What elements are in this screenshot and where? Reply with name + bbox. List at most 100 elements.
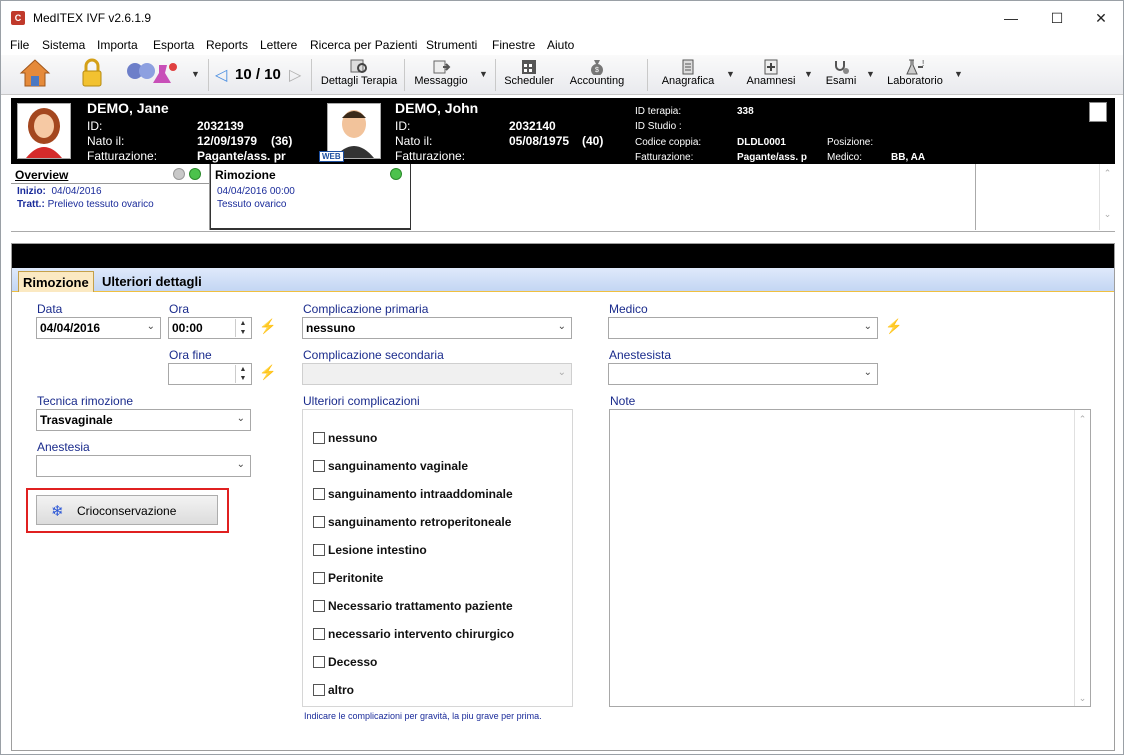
step-strip: Overview Inizio: 04/04/2016 Tratt.: Prel…	[11, 164, 1115, 232]
anagrafica-dropdown-caret[interactable]: ▼	[726, 69, 735, 79]
complication-checkbox[interactable]: Peritonite	[313, 571, 383, 585]
couple-lab-icon	[127, 63, 177, 83]
scheduler-label: Scheduler	[504, 75, 554, 87]
anamnesi-button[interactable]: Anamnesi	[743, 57, 799, 87]
toolbar-separator	[404, 59, 405, 91]
status-ok-icon	[189, 168, 201, 180]
complications-hint: Indicare le complicazioni per gravità, l…	[304, 711, 542, 721]
esami-label: Esami	[825, 75, 857, 87]
medico-lightning-icon[interactable]: ⚡	[885, 318, 902, 335]
menu-sistema[interactable]: Sistema	[42, 38, 85, 52]
messaggio-dropdown-caret[interactable]: ▼	[479, 69, 488, 79]
female-name[interactable]: DEMO, Jane	[87, 100, 169, 116]
crioconservazione-label: Crioconservazione	[77, 504, 177, 518]
crioconservazione-button[interactable]: ❄ Crioconservazione	[36, 495, 218, 525]
complication-checkbox[interactable]: Decesso	[313, 655, 377, 669]
prev-record-icon[interactable]: ◁	[215, 65, 227, 85]
menu-esporta[interactable]: Esporta	[153, 38, 194, 52]
minimize-icon[interactable]: —	[988, 5, 1034, 31]
dettagli-terapia-button[interactable]: Dettagli Terapia	[319, 57, 399, 87]
ora-now-lightning-icon[interactable]: ⚡	[259, 318, 276, 335]
next-record-icon[interactable]: ▷	[289, 65, 301, 85]
ora-spinner[interactable]: ▲ ▼	[235, 319, 250, 337]
complication-checkbox[interactable]: nessuno	[313, 431, 377, 445]
menu-aiuto[interactable]: Aiuto	[547, 38, 574, 52]
document-icon[interactable]	[1089, 102, 1107, 122]
messaggio-button[interactable]: Messaggio	[409, 57, 473, 87]
chevron-down-icon: ⌄	[146, 321, 155, 332]
step-overview-header: Overview	[11, 164, 209, 184]
complication-checkbox[interactable]: necessario intervento chirurgico	[313, 627, 514, 641]
step-rimozione[interactable]: Rimozione 04/04/2016 00:00 Tessuto ovari…	[210, 164, 411, 230]
esami-button[interactable]: Esami	[821, 57, 861, 87]
complication-checkbox[interactable]: Lesione intestino	[313, 543, 427, 557]
laboratorio-button[interactable]: ! Laboratorio	[883, 57, 947, 87]
svg-text:$: $	[595, 67, 599, 74]
couples-button[interactable]	[125, 59, 183, 90]
menu-importa[interactable]: Importa	[97, 38, 138, 52]
window-title: MedITEX IVF v2.6.1.9	[33, 11, 152, 25]
compl-secondaria-label: Complicazione secondaria	[303, 348, 444, 362]
menu-reports[interactable]: Reports	[206, 38, 248, 52]
close-icon[interactable]: ✕	[1078, 5, 1124, 31]
laboratorio-dropdown-caret[interactable]: ▼	[954, 69, 963, 79]
accounting-button[interactable]: $ Accounting	[565, 57, 629, 87]
ora-fine-spinner[interactable]: ▲ ▼	[235, 365, 250, 383]
maximize-icon[interactable]: ☐	[1034, 5, 1080, 31]
ora-value: 00:00	[172, 321, 203, 335]
ora-fine-time-input[interactable]: ▲ ▼	[168, 363, 252, 385]
tecnica-dropdown[interactable]: Trasvaginale ⌄	[36, 409, 251, 431]
tab-rimozione[interactable]: Rimozione	[18, 271, 94, 292]
anamnesi-dropdown-caret[interactable]: ▼	[804, 69, 813, 79]
checkbox-icon	[313, 572, 325, 584]
scheduler-button[interactable]: Scheduler	[501, 57, 557, 87]
medico-label: Medico	[609, 302, 648, 316]
meditex-logo-icon: C	[11, 11, 25, 25]
note-scrollbar[interactable]: ⌃ ⌄	[1074, 410, 1090, 706]
anestesia-dropdown[interactable]: ⌄	[36, 455, 251, 477]
menu-lettere[interactable]: Lettere	[260, 38, 297, 52]
medico-dropdown[interactable]: ⌄	[608, 317, 878, 339]
complication-label: sanguinamento vaginale	[328, 459, 469, 473]
anagrafica-button[interactable]: Anagrafica	[657, 57, 719, 87]
female-avatar[interactable]	[17, 103, 71, 159]
step-overview-title: Overview	[15, 168, 69, 182]
tab-ulteriori-dettagli[interactable]: Ulteriori dettagli	[98, 271, 206, 292]
patient-header: DEMO, Jane ID: 2032139 Nato il: 12/09/19…	[11, 98, 1115, 164]
anestesista-dropdown[interactable]: ⌄	[608, 363, 878, 385]
therapy-id: 338	[737, 106, 754, 117]
compl-primaria-dropdown[interactable]: nessuno ⌄	[302, 317, 572, 339]
menu-finestre[interactable]: Finestre	[492, 38, 535, 52]
esami-dropdown-caret[interactable]: ▼	[866, 69, 875, 79]
anagrafica-label: Anagrafica	[661, 75, 715, 87]
ora-time-input[interactable]: 00:00 ▲ ▼	[168, 317, 252, 339]
menu-ricerca-pazienti[interactable]: Ricerca per Pazienti	[310, 38, 417, 52]
step-scrollbar[interactable]: ⌃ ⌄	[1099, 164, 1115, 230]
overview-start-line: Inizio: 04/04/2016	[11, 184, 209, 197]
complication-label: Necessario trattamento paziente	[328, 599, 513, 613]
ora-fine-now-lightning-icon[interactable]: ⚡	[259, 364, 276, 381]
menu-file[interactable]: File	[10, 38, 29, 52]
complication-checkbox[interactable]: Necessario trattamento paziente	[313, 599, 513, 613]
male-name[interactable]: DEMO, John	[395, 100, 478, 116]
ulteriori-label: Ulteriori complicazioni	[303, 394, 420, 408]
complication-checkbox[interactable]: sanguinamento retroperitoneale	[313, 515, 511, 529]
study-id-label: ID Studio :	[635, 121, 682, 132]
status-ok-icon	[390, 168, 402, 180]
note-textarea[interactable]: ⌃ ⌄	[609, 409, 1091, 707]
compl-secondaria-dropdown[interactable]: ⌄	[302, 363, 572, 385]
couples-dropdown-caret[interactable]: ▼	[191, 69, 200, 79]
lock-button[interactable]	[79, 58, 105, 91]
menu-strumenti[interactable]: Strumenti	[426, 38, 477, 52]
complication-checkbox[interactable]: altro	[313, 683, 354, 697]
complication-checkbox[interactable]: sanguinamento vaginale	[313, 459, 468, 473]
checkbox-icon	[313, 684, 325, 696]
anestesista-label: Anestesista	[609, 348, 672, 362]
checkbox-icon	[313, 544, 325, 556]
step-overview[interactable]: Overview Inizio: 04/04/2016 Tratt.: Prel…	[11, 164, 210, 230]
checkbox-icon	[313, 516, 325, 528]
complication-checkbox[interactable]: sanguinamento intraaddominale	[313, 487, 513, 501]
data-datepicker[interactable]: 04/04/2016 ⌄	[36, 317, 161, 339]
anamnesis-icon	[764, 59, 778, 75]
home-button[interactable]	[19, 58, 51, 91]
